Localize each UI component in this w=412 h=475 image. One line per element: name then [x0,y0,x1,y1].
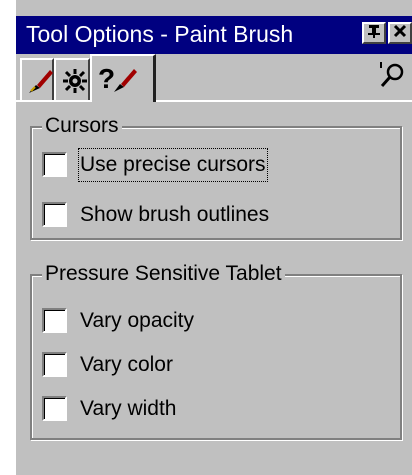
use-precise-cursors-option[interactable]: Use precise cursors [42,148,342,182]
cursors-legend: Cursors [42,114,122,138]
vary-color-checkbox[interactable] [42,352,67,377]
window-title: Tool Options - Paint Brush [26,21,294,47]
cursors-group: Cursors Use precise cursors Show brush o… [30,114,402,240]
vary-color-option[interactable]: Vary color [42,350,242,380]
svg-text:?: ? [98,63,115,94]
zoom-tool-button[interactable] [378,60,408,95]
vary-color-label: Vary color [80,353,173,376]
paint-brush-icon [29,70,53,93]
settings-icon [63,69,87,93]
use-precise-cursors-checkbox[interactable] [42,152,67,177]
pressure-tablet-group: Pressure Sensitive Tablet Vary opacity V… [30,262,402,440]
zoom-icon [380,62,404,87]
tab-paint-brush[interactable] [20,58,54,100]
tool-options-window: Tool Options - Paint Brush ? Cursors Use… [14,0,412,475]
tab-strip: ? [16,54,412,102]
tab-settings[interactable] [54,58,90,100]
title-bar[interactable]: Tool Options - Paint Brush [16,16,412,54]
show-brush-outlines-option[interactable]: Show brush outlines [42,200,342,230]
vary-opacity-option[interactable]: Vary opacity [42,306,242,336]
vary-opacity-checkbox[interactable] [42,308,67,333]
vary-width-option[interactable]: Vary width [42,394,242,424]
vary-width-label: Vary width [80,397,177,420]
close-icon [393,24,407,38]
vary-width-checkbox[interactable] [42,396,67,421]
close-button[interactable] [388,22,412,44]
vary-opacity-label: Vary opacity [80,309,194,332]
show-brush-outlines-checkbox[interactable] [42,202,67,227]
help-brush-icon: ? [98,63,137,94]
use-precise-cursors-label: Use precise cursors [78,148,268,182]
show-brush-outlines-label: Show brush outlines [80,203,270,226]
tab-help-brush[interactable]: ? [90,54,156,102]
tab-divider [16,100,412,102]
pressure-tablet-legend: Pressure Sensitive Tablet [42,262,285,286]
pin-icon [368,25,380,38]
pin-button[interactable] [362,22,386,44]
